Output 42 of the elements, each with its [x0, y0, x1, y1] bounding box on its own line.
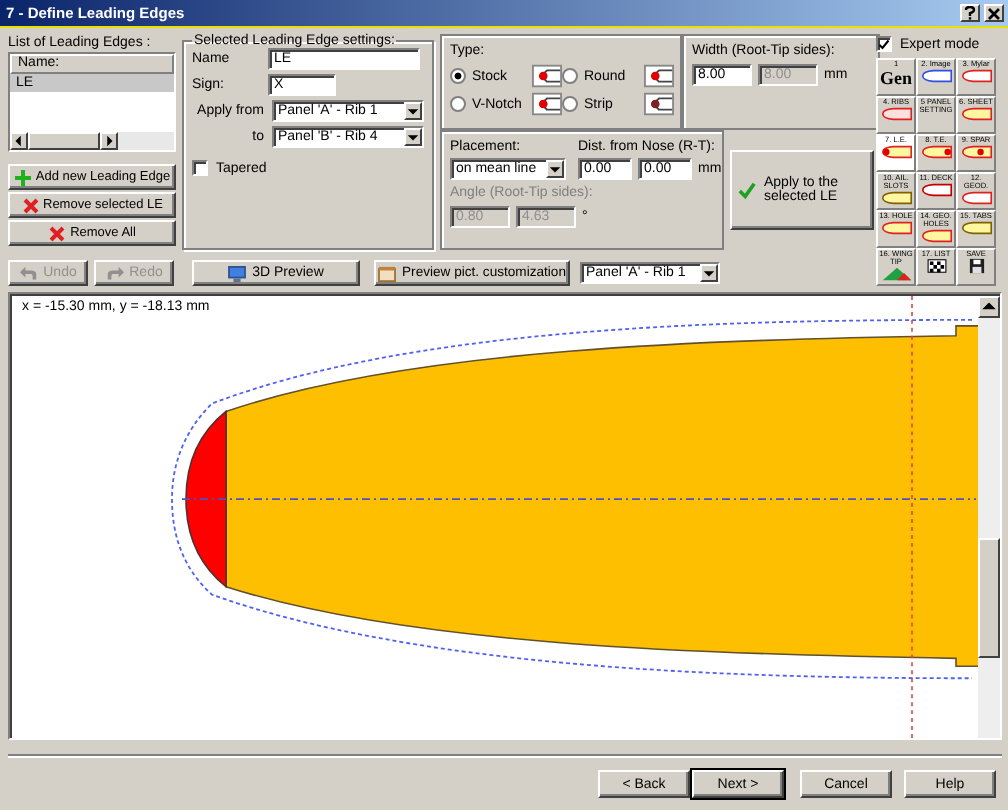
airfoil-icon — [959, 220, 993, 236]
airfoil-icon — [919, 228, 953, 244]
cross-icon — [21, 197, 39, 213]
leading-edge-icon — [644, 64, 674, 88]
expert-mode-checkbox[interactable] — [876, 36, 892, 52]
scroll-thumb[interactable] — [28, 132, 100, 150]
monitor-icon — [228, 265, 247, 281]
redo-icon — [105, 265, 124, 281]
radio-button[interactable] — [450, 96, 466, 112]
close-button[interactable] — [984, 4, 1004, 22]
radio-button[interactable] — [450, 68, 466, 84]
leading-edge-icon — [532, 64, 562, 88]
wing-tip-icon — [879, 266, 913, 282]
horizontal-scrollbar[interactable] — [10, 132, 174, 150]
airfoil-icon — [879, 220, 913, 236]
cross-icon — [48, 225, 67, 241]
checkmark-icon — [738, 181, 756, 199]
airfoil-icon — [959, 106, 993, 122]
checkmark-icon — [878, 37, 890, 51]
airfoil-icon — [959, 190, 993, 206]
airfoil-icon — [959, 68, 993, 84]
airfoil-icon — [879, 144, 913, 160]
airfoil-icon — [919, 68, 953, 84]
vertical-scrollbar[interactable] — [978, 296, 1000, 738]
picture-frame-icon — [378, 265, 397, 281]
radio-button[interactable] — [562, 96, 578, 112]
plus-icon — [13, 169, 32, 185]
tool-caption: Gen — [879, 68, 912, 88]
help-button[interactable] — [960, 4, 980, 22]
tapered-checkbox[interactable] — [192, 160, 208, 176]
close-icon — [988, 7, 1000, 19]
help-icon — [964, 6, 976, 20]
scroll-thumb[interactable] — [978, 538, 1000, 658]
airfoil-icon — [959, 144, 993, 160]
airfoil-icon — [879, 106, 913, 122]
radio-button[interactable] — [562, 68, 578, 84]
airfoil-icon — [919, 144, 953, 160]
leading-edge-icon — [532, 92, 562, 116]
leading-edge-icon — [644, 92, 674, 116]
airfoil-icon — [919, 182, 953, 198]
undo-icon — [19, 265, 38, 281]
airfoil-icon — [879, 190, 913, 206]
